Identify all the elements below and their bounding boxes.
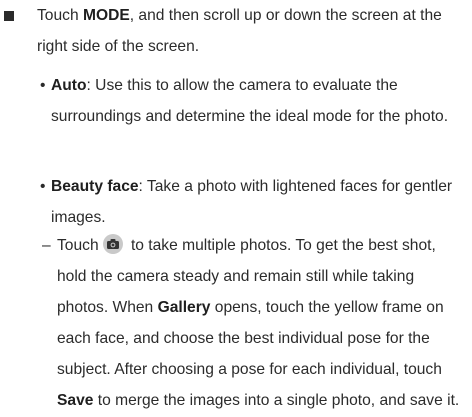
save-label: Save — [57, 392, 94, 409]
detail-text-a: Touch — [57, 237, 99, 254]
camera-icon — [102, 234, 123, 254]
detail-text-d: to merge the images into a single photo,… — [93, 392, 460, 409]
dash-bullet: – — [42, 237, 51, 254]
gallery-label: Gallery — [157, 299, 211, 316]
mode-label: MODE — [82, 7, 130, 24]
auto-term: Auto — [51, 77, 87, 94]
square-bullet-icon — [4, 11, 14, 21]
beauty-face-term: Beauty face — [51, 178, 139, 195]
dot-bullet-icon: • — [40, 178, 46, 195]
mode-item-beauty-face: • Beauty face: Take a photo with lightene… — [40, 171, 456, 233]
auto-description: : Use this to allow the camera to evalua… — [51, 77, 449, 125]
dot-bullet-icon: • — [40, 77, 46, 94]
beauty-face-detail: – Touch to take multiple photos. To get t… — [42, 230, 462, 416]
mode-item-auto: • Auto: Use this to allow the camera to e… — [40, 70, 456, 132]
step-text-pre: Touch — [37, 7, 83, 24]
step-instruction: Touch MODE, and then scroll up or down t… — [37, 0, 467, 62]
